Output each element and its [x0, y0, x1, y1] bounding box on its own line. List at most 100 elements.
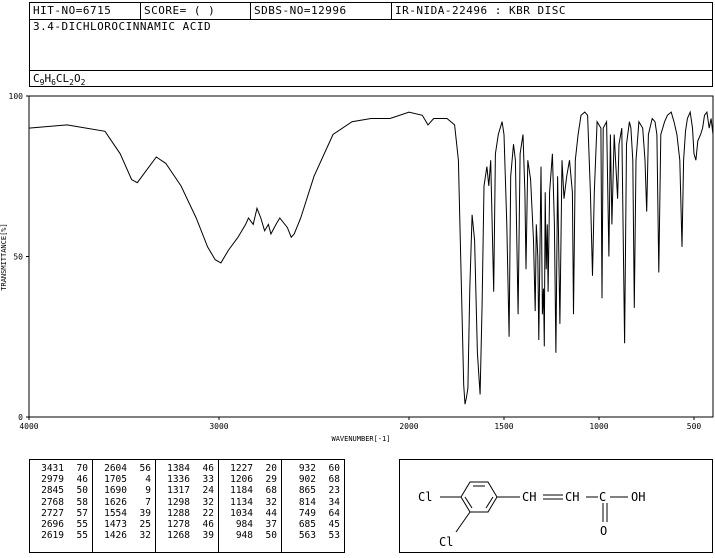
- peak-transmittance: 68: [265, 485, 277, 497]
- peak-wavenumber: 1298: [167, 496, 190, 508]
- peak-transmittance: 34: [328, 496, 340, 508]
- peak-wavenumber: 1705: [104, 474, 127, 486]
- peak-row: 865 23: [286, 485, 340, 496]
- peak-column: 2604 56 1705 4 1690 9 1626 7 1554 39 1473 25 1426 32: [93, 460, 156, 552]
- peak-transmittance: 50: [76, 485, 88, 497]
- x-axis-ticks: 4000 3000 2000 1500 1000 500: [19, 417, 701, 431]
- peak-column: 932 60 902 68 865 23 814 34 749 64 685 45 563 53: [282, 460, 345, 552]
- peak-row: 749 64: [286, 508, 340, 519]
- peak-wavenumber: 2845: [41, 485, 64, 497]
- peak-row: 948 50: [223, 530, 277, 541]
- peak-wavenumber: 1690: [104, 485, 127, 497]
- peak-transmittance: 45: [328, 519, 340, 531]
- peak-transmittance: 55: [76, 530, 88, 542]
- peak-wavenumber: 1626: [104, 496, 127, 508]
- peak-wavenumber: 3431: [41, 463, 64, 474]
- peak-wavenumber: 1227: [230, 463, 253, 474]
- peak-column: 1227 20 1206 29 1184 68 1134 32 1034 44 984 37 948 50: [219, 460, 282, 552]
- peak-wavenumber: 563: [298, 530, 316, 542]
- peak-wavenumber: 2727: [41, 507, 64, 519]
- peak-row: 1268 39: [160, 530, 214, 541]
- peak-transmittance: 20: [265, 463, 277, 474]
- peak-wavenumber: 865: [298, 485, 316, 497]
- peak-row: 1288 22: [160, 508, 214, 519]
- peak-transmittance: 7: [145, 496, 151, 508]
- peak-transmittance: 46: [76, 474, 88, 486]
- peak-wavenumber: 1336: [167, 474, 190, 486]
- peak-transmittance: 22: [202, 507, 214, 519]
- ir-spectrum-chart: 0 50 100 4000 3000 2000 1500 1000 500 WAVENUMBE…: [0, 92, 714, 443]
- peak-row: 685 45: [286, 519, 340, 530]
- peak-transmittance: 25: [139, 519, 151, 531]
- peak-transmittance: 29: [265, 474, 277, 486]
- peak-row: 1690 9: [97, 485, 151, 496]
- y-tick-label: 50: [13, 253, 23, 262]
- peak-row: 932 60: [286, 463, 340, 474]
- peak-row: 1384 46: [160, 463, 214, 474]
- peak-transmittance: 32: [139, 530, 151, 542]
- peak-transmittance: 32: [202, 496, 214, 508]
- peak-transmittance: 70: [76, 463, 88, 474]
- peak-wavenumber: 749: [298, 507, 316, 519]
- peak-row: 1473 25: [97, 519, 151, 530]
- peak-row: 1134 32: [223, 497, 277, 508]
- peak-column: 1384 46 1336 33 1317 24 1298 32 1288 22 1278 46 1268…: [156, 460, 219, 552]
- peak-wavenumber: 1554: [104, 507, 127, 519]
- peak-transmittance: 56: [139, 463, 151, 474]
- peak-row: 2727 57: [34, 508, 88, 519]
- x-axis-label: WAVENUMBER[-1]: [331, 435, 390, 443]
- peak-wavenumber: 2604: [104, 463, 127, 474]
- peak-row: 2604 56: [97, 463, 151, 474]
- peak-wavenumber: 1317: [167, 485, 190, 497]
- peak-wavenumber: 1184: [230, 485, 253, 497]
- peak-row: 1554 39: [97, 508, 151, 519]
- peak-wavenumber: 1473: [104, 519, 127, 531]
- peak-wavenumber: 685: [298, 519, 316, 531]
- peak-wavenumber: 1206: [230, 474, 253, 486]
- peak-row: 1278 46: [160, 519, 214, 530]
- peak-row: 2979 46: [34, 474, 88, 485]
- peak-transmittance: 57: [76, 507, 88, 519]
- peak-transmittance: 4: [145, 474, 151, 486]
- peak-transmittance: 39: [202, 530, 214, 542]
- peak-wavenumber: 1134: [230, 496, 253, 508]
- peak-transmittance: 46: [202, 519, 214, 531]
- peak-row: 1317 24: [160, 485, 214, 496]
- peak-row: 2768 58: [34, 497, 88, 508]
- peak-transmittance: 24: [202, 485, 214, 497]
- peak-wavenumber: 1288: [167, 507, 190, 519]
- x-tick-label: 1000: [589, 422, 608, 431]
- peak-transmittance: 32: [265, 496, 277, 508]
- peak-wavenumber: 902: [298, 474, 316, 486]
- peak-transmittance: 50: [265, 530, 277, 542]
- peak-transmittance: 46: [202, 463, 214, 474]
- x-tick-label: 500: [687, 422, 702, 431]
- peak-row: 2696 55: [34, 519, 88, 530]
- peak-transmittance: 39: [139, 507, 151, 519]
- ch-label-1: CH: [522, 490, 536, 504]
- cl-label-bottom: Cl: [439, 535, 453, 549]
- peak-transmittance: 33: [202, 474, 214, 486]
- peak-row: 1705 4: [97, 474, 151, 485]
- peak-row: 902 68: [286, 474, 340, 485]
- peak-transmittance: 9: [145, 485, 151, 497]
- peak-wavenumber: 2696: [41, 519, 64, 531]
- peak-row: 1298 32: [160, 497, 214, 508]
- peak-transmittance: 53: [328, 530, 340, 542]
- x-tick-label: 4000: [19, 422, 38, 431]
- peak-wavenumber: 932: [298, 463, 316, 474]
- molecular-structure: Cl Cl CH CH C OH O: [418, 481, 645, 549]
- peak-transmittance: 23: [328, 485, 340, 497]
- y-tick-label: 100: [9, 92, 24, 101]
- x-tick-label: 2000: [399, 422, 418, 431]
- peak-wavenumber: 2619: [41, 530, 64, 542]
- peak-transmittance: 44: [265, 507, 277, 519]
- bond-cl-bottom: [455, 511, 471, 533]
- peak-wavenumber: 1384: [167, 463, 190, 474]
- peak-row: 984 37: [223, 519, 277, 530]
- peak-transmittance: 64: [328, 507, 340, 519]
- peak-transmittance: 55: [76, 519, 88, 531]
- peak-row: 1336 33: [160, 474, 214, 485]
- carbon-label: C: [599, 490, 606, 504]
- peak-transmittance: 58: [76, 496, 88, 508]
